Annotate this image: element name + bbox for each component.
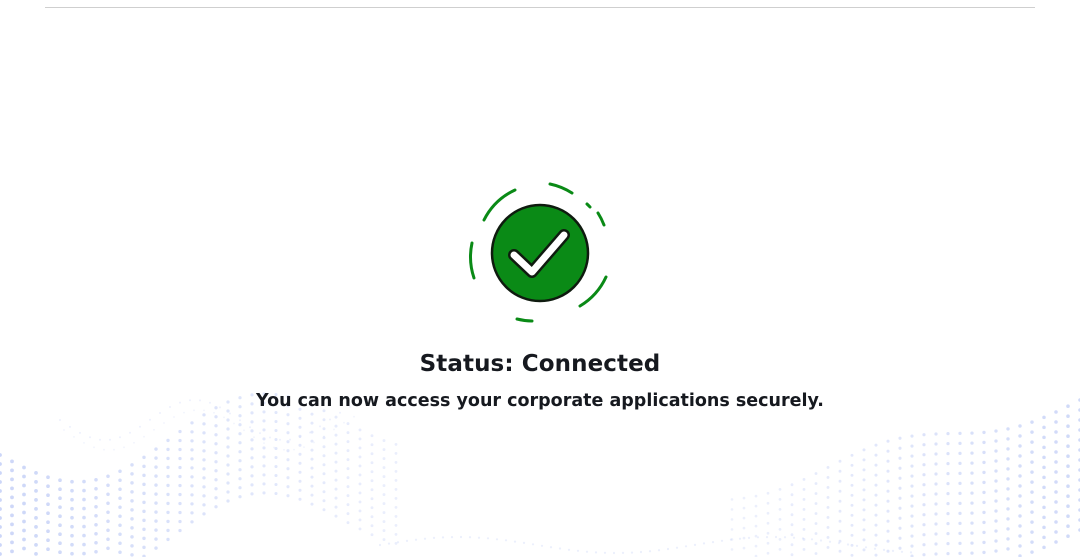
header-divider (45, 7, 1035, 8)
connection-status-page: Status: Connected You can now access you… (0, 0, 1080, 557)
status-title: Status: Connected (419, 351, 661, 377)
check-circle-icon (469, 182, 608, 323)
status-message: You can now access your corporate applic… (256, 391, 824, 411)
